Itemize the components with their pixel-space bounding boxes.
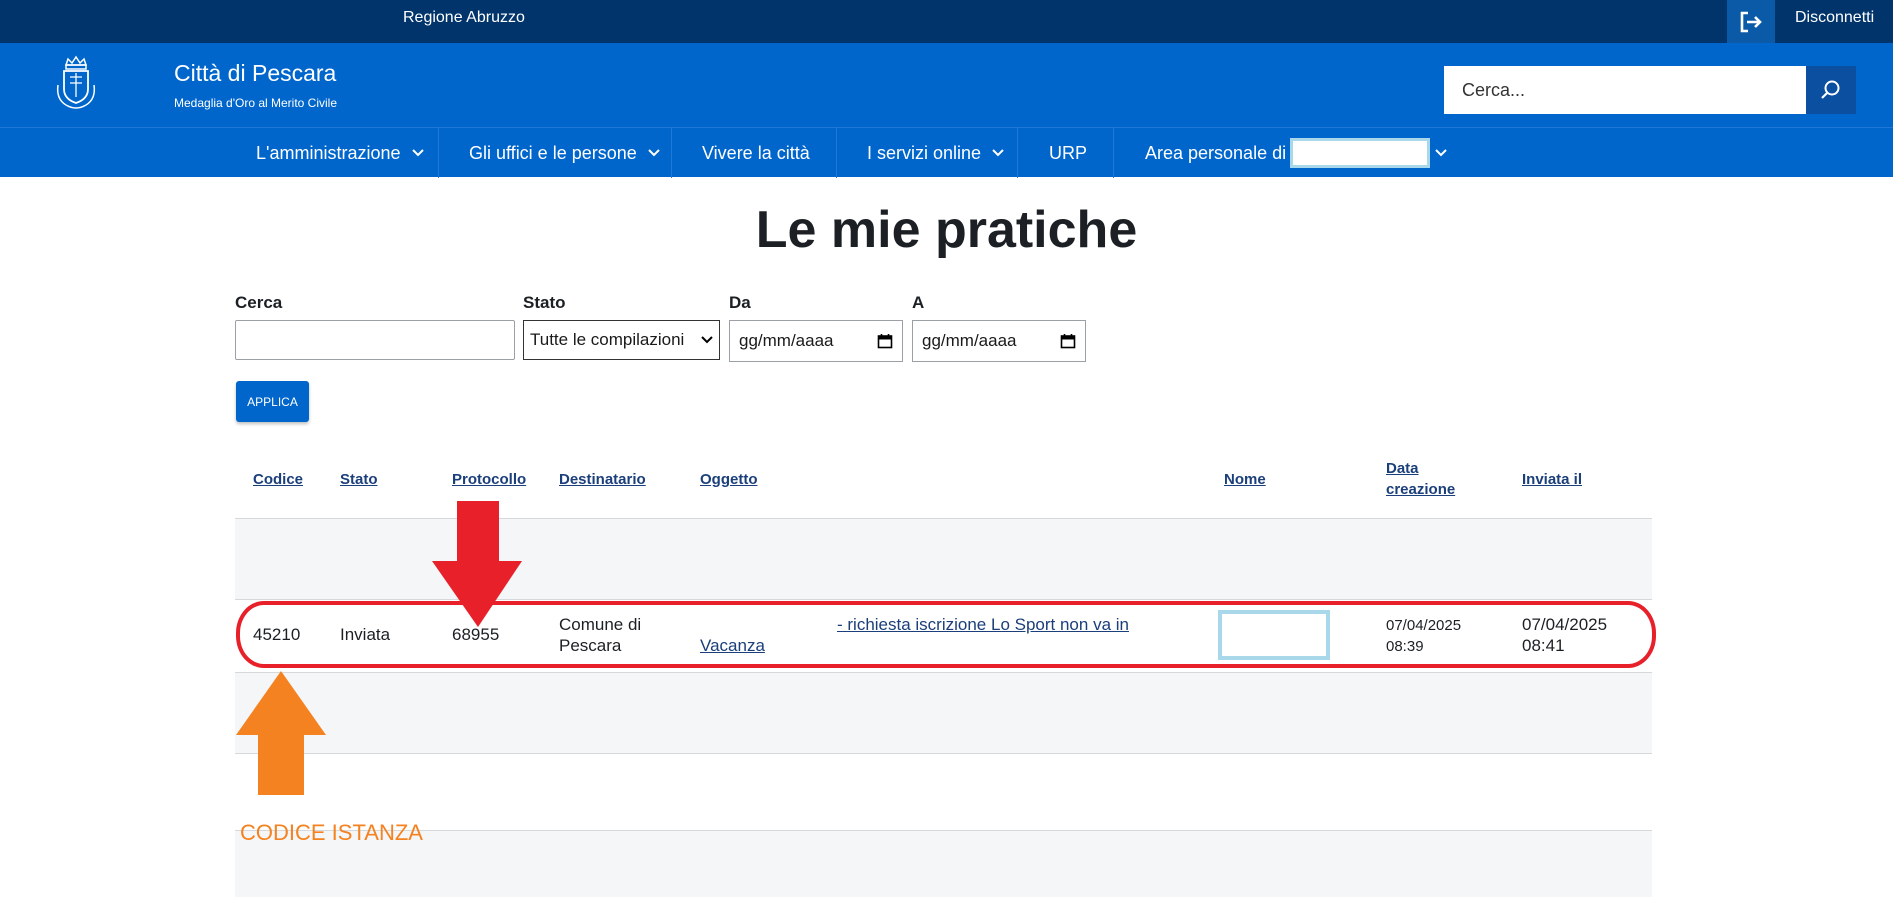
- page-title: Le mie pratiche: [755, 201, 1138, 259]
- site-header: Città di Pescara Medaglia d'Oro al Merit…: [0, 43, 1893, 127]
- calendar-icon[interactable]: [1060, 333, 1076, 349]
- city-motto: Medaglia d'Oro al Merito Civile: [174, 96, 338, 110]
- search-filter-label: Cerca: [235, 293, 283, 312]
- table-row-empty: [235, 831, 1652, 897]
- nav-divider: [1113, 128, 1114, 178]
- from-date-label: Da: [729, 293, 751, 312]
- nav-divider: [1017, 128, 1018, 178]
- nav-item-urp[interactable]: URP: [1049, 128, 1087, 178]
- chevron-down-icon: [411, 148, 425, 158]
- column-header-protocollo[interactable]: Protocollo: [452, 469, 526, 490]
- region-link[interactable]: Regione Abruzzo: [403, 9, 525, 27]
- from-date-input[interactable]: gg/mm/aaaa: [729, 320, 903, 362]
- status-filter-select[interactable]: Tutte le compilazioni: [523, 320, 720, 360]
- table-divider: [235, 753, 1652, 754]
- nav-divider: [836, 128, 837, 178]
- column-header-data-creazione[interactable]: creazione: [1386, 479, 1455, 500]
- annotation-label: CODICE ISTANZA: [240, 820, 423, 845]
- city-name[interactable]: Città di Pescara: [174, 60, 336, 87]
- disconnect-link[interactable]: Disconnetti: [1795, 9, 1874, 27]
- chevron-down-icon: [1434, 148, 1448, 158]
- nav-divider: [438, 128, 439, 178]
- to-date-label: A: [912, 293, 925, 312]
- column-header-codice[interactable]: Codice: [253, 469, 303, 490]
- status-filter-label: Stato: [523, 293, 566, 312]
- site-search-input[interactable]: [1444, 66, 1806, 114]
- column-header-nome[interactable]: Nome: [1224, 469, 1266, 490]
- nav-item-vivere[interactable]: Vivere la città: [702, 128, 810, 178]
- search-filter-input[interactable]: [235, 320, 515, 360]
- orange-arrow-up-icon: [236, 671, 326, 795]
- red-arrow-down-icon: [432, 501, 522, 627]
- nav-item-servizi[interactable]: I servizi online: [867, 128, 1005, 178]
- apply-button[interactable]: APPLICA: [236, 381, 309, 422]
- nav-item-uffici[interactable]: Gli uffici e le persone: [469, 128, 661, 178]
- nav-item-area-personale[interactable]: Area personale di: [1145, 128, 1448, 178]
- chevron-down-icon: [647, 148, 661, 158]
- column-header-data-creazione[interactable]: Data: [1386, 458, 1419, 479]
- calendar-icon[interactable]: [877, 333, 893, 349]
- chevron-down-icon: [991, 148, 1005, 158]
- logout-icon[interactable]: [1727, 0, 1775, 43]
- chevron-down-icon: [701, 336, 713, 344]
- to-date-input[interactable]: gg/mm/aaaa: [912, 320, 1086, 362]
- city-crest-icon[interactable]: [54, 55, 98, 111]
- search-button[interactable]: [1806, 66, 1856, 114]
- nav-divider: [671, 128, 672, 178]
- column-header-inviata[interactable]: Inviata il: [1522, 469, 1582, 490]
- column-header-destinatario[interactable]: Destinatario: [559, 469, 646, 490]
- top-bar: Regione Abruzzo Disconnetti: [0, 0, 1893, 43]
- column-header-stato[interactable]: Stato: [340, 469, 378, 490]
- search-icon: [1821, 80, 1840, 99]
- main-nav: L'amministrazione Gli uffici e le person…: [0, 127, 1893, 178]
- nav-item-amministrazione[interactable]: L'amministrazione: [256, 128, 425, 178]
- table-row-empty: [235, 673, 1652, 753]
- column-header-oggetto[interactable]: Oggetto: [700, 469, 758, 490]
- redacted-username: [1290, 138, 1431, 168]
